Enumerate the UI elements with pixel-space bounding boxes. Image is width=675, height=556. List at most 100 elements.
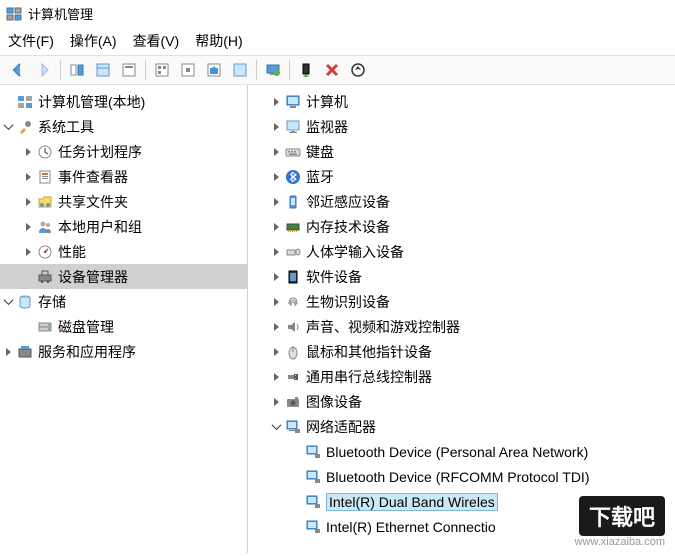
title-bar: 计算机管理 [0, 0, 675, 27]
spacer [288, 519, 304, 535]
tree-label: 服务和应用程序 [38, 342, 136, 362]
view-button-2[interactable] [176, 58, 200, 82]
expander-icon[interactable] [20, 244, 36, 260]
device-category-proximity[interactable]: 邻近感应设备 [248, 189, 675, 214]
spacer [20, 269, 36, 285]
tree-local-users[interactable]: 本地用户和组 [0, 214, 247, 239]
performance-icon [36, 243, 54, 261]
device-category-imaging[interactable]: 图像设备 [248, 389, 675, 414]
network-device[interactable]: Bluetooth Device (Personal Area Network) [248, 439, 675, 464]
view-button-3[interactable] [202, 58, 226, 82]
spacer [288, 444, 304, 460]
tree-storage[interactable]: 存储 [0, 289, 247, 314]
device-category-computer[interactable]: 计算机 [248, 89, 675, 114]
tree-device-manager[interactable]: 设备管理器 [0, 264, 247, 289]
tree-label: 人体学输入设备 [306, 242, 404, 262]
network-adapter-icon [284, 418, 302, 436]
forward-button[interactable] [32, 58, 56, 82]
tree-disk-management[interactable]: 磁盘管理 [0, 314, 247, 339]
tree-label: 任务计划程序 [58, 142, 142, 162]
expander-icon[interactable] [268, 319, 284, 335]
tree-label: 生物识别设备 [306, 292, 390, 312]
tree-label: 蓝牙 [306, 167, 334, 187]
tree-task-scheduler[interactable]: 任务计划程序 [0, 139, 247, 164]
device-category-hid[interactable]: 人体学输入设备 [248, 239, 675, 264]
expander-icon[interactable] [20, 194, 36, 210]
expander-icon[interactable] [268, 419, 284, 435]
expander-icon[interactable] [268, 294, 284, 310]
tree-label: 性能 [58, 242, 86, 262]
toolbar [0, 55, 675, 85]
device-category-network[interactable]: 网络适配器 [248, 414, 675, 439]
expander-icon[interactable] [268, 244, 284, 260]
expander-icon[interactable] [268, 394, 284, 410]
right-tree-panel[interactable]: 计算机 监视器 键盘 蓝牙 邻近感应设备 内存技术设备 [248, 85, 675, 553]
spacer [288, 469, 304, 485]
view-button-4[interactable] [228, 58, 252, 82]
expander-icon[interactable] [0, 294, 16, 310]
usb-icon [284, 368, 302, 386]
monitor-icon [284, 118, 302, 136]
expander-icon[interactable] [268, 144, 284, 160]
device-category-software[interactable]: 软件设备 [248, 264, 675, 289]
shared-folder-icon [36, 193, 54, 211]
expander-icon[interactable] [268, 119, 284, 135]
network-device-selected[interactable]: Intel(R) Dual Band Wireles [248, 489, 675, 514]
expander-icon[interactable] [20, 219, 36, 235]
expander-icon[interactable] [268, 269, 284, 285]
network-device[interactable]: Bluetooth Device (RFCOMM Protocol TDI) [248, 464, 675, 489]
camera-icon [284, 393, 302, 411]
properties-button[interactable] [91, 58, 115, 82]
menu-help[interactable]: 帮助(H) [195, 31, 242, 51]
spacer [288, 494, 304, 510]
spacer [0, 94, 16, 110]
tree-performance[interactable]: 性能 [0, 239, 247, 264]
update-driver-button[interactable] [261, 58, 285, 82]
expander-icon[interactable] [268, 94, 284, 110]
fingerprint-icon [284, 293, 302, 311]
network-device-icon [304, 468, 322, 486]
network-device[interactable]: Intel(R) Ethernet Connectio [248, 514, 675, 539]
expander-icon[interactable] [0, 119, 16, 135]
left-tree-panel[interactable]: 计算机管理(本地) 系统工具 任务计划程序 事件查看器 共享文件夹 本地用户和组 [0, 85, 248, 553]
back-button[interactable] [6, 58, 30, 82]
tree-system-tools[interactable]: 系统工具 [0, 114, 247, 139]
menu-action[interactable]: 操作(A) [70, 31, 117, 51]
expander-icon[interactable] [20, 144, 36, 160]
expander-icon[interactable] [268, 344, 284, 360]
expander-icon[interactable] [268, 169, 284, 185]
users-icon [36, 218, 54, 236]
tree-event-viewer[interactable]: 事件查看器 [0, 164, 247, 189]
tree-label: 软件设备 [306, 267, 362, 287]
expander-icon[interactable] [268, 219, 284, 235]
enable-device-button[interactable] [294, 58, 318, 82]
device-category-biometric[interactable]: 生物识别设备 [248, 289, 675, 314]
network-device-icon [304, 443, 322, 461]
proximity-icon [284, 193, 302, 211]
menu-bar: 文件(F) 操作(A) 查看(V) 帮助(H) [0, 27, 675, 55]
export-button[interactable] [117, 58, 141, 82]
device-category-monitor[interactable]: 监视器 [248, 114, 675, 139]
device-category-sound[interactable]: 声音、视频和游戏控制器 [248, 314, 675, 339]
expander-icon[interactable] [20, 169, 36, 185]
device-category-keyboard[interactable]: 键盘 [248, 139, 675, 164]
scan-hardware-button[interactable] [346, 58, 370, 82]
menu-file[interactable]: 文件(F) [8, 31, 54, 51]
hid-icon [284, 243, 302, 261]
device-category-memory[interactable]: 内存技术设备 [248, 214, 675, 239]
device-category-usb[interactable]: 通用串行总线控制器 [248, 364, 675, 389]
device-category-bluetooth[interactable]: 蓝牙 [248, 164, 675, 189]
show-hide-button[interactable] [65, 58, 89, 82]
expander-icon[interactable] [268, 194, 284, 210]
tree-shared-folders[interactable]: 共享文件夹 [0, 189, 247, 214]
tree-label: 存储 [38, 292, 66, 312]
toolbar-separator [145, 60, 146, 80]
device-category-mouse[interactable]: 鼠标和其他指针设备 [248, 339, 675, 364]
tree-root[interactable]: 计算机管理(本地) [0, 89, 247, 114]
view-button-1[interactable] [150, 58, 174, 82]
expander-icon[interactable] [268, 369, 284, 385]
menu-view[interactable]: 查看(V) [133, 31, 180, 51]
expander-icon[interactable] [0, 344, 16, 360]
tree-services[interactable]: 服务和应用程序 [0, 339, 247, 364]
uninstall-button[interactable] [320, 58, 344, 82]
